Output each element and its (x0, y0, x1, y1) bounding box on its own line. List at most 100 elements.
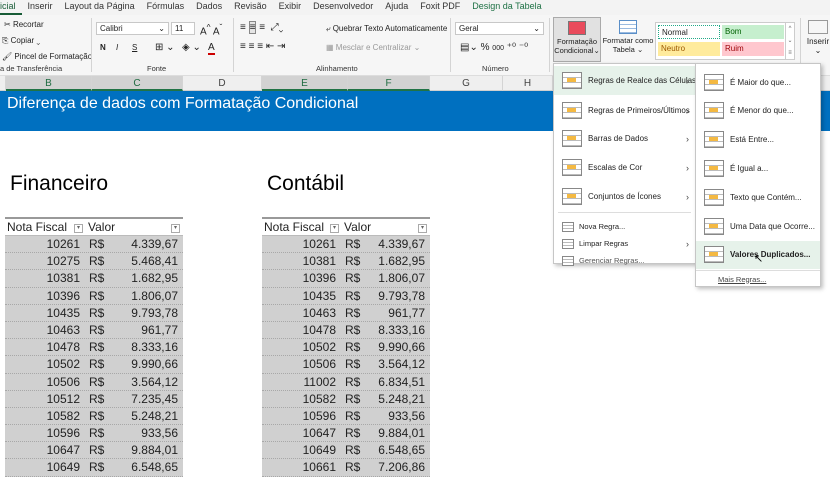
valor-cell[interactable]: 9.884,01 (104, 442, 183, 458)
filter-dropdown-icon[interactable]: ▾ (418, 224, 427, 233)
valor-cell[interactable]: 7.235,45 (104, 391, 183, 407)
font-color-button[interactable]: A (208, 42, 215, 55)
gallery-scroll[interactable]: ^ ⌄ ≡ (785, 23, 794, 59)
column-header-h[interactable]: H (503, 76, 553, 91)
menu-item-4[interactable]: Conjuntos de Ícones › (554, 182, 695, 211)
column-header-g[interactable]: G (430, 76, 503, 91)
nota-fiscal-cell[interactable]: 10647 (262, 425, 342, 441)
nota-fiscal-cell[interactable]: 10649 (5, 459, 86, 475)
nota-fiscal-cell[interactable]: 10582 (5, 408, 86, 424)
style-neutral[interactable]: Neutro (658, 42, 720, 56)
nota-fiscal-cell[interactable]: 10596 (262, 408, 342, 424)
nota-fiscal-cell[interactable]: 10502 (5, 356, 86, 372)
vertical-align-buttons[interactable]: ≡ ≡ ≡ ⤢⌄ (240, 21, 283, 34)
nota-fiscal-cell[interactable]: 10506 (262, 356, 342, 372)
number-format-buttons[interactable]: ▤⌄ % 000 ⁺⁰ ⁻⁰ (460, 42, 528, 53)
style-normal[interactable]: Normal (658, 25, 720, 39)
nota-fiscal-cell[interactable]: 10275 (5, 253, 86, 269)
number-format-select[interactable]: Geral ⌄ (455, 22, 544, 35)
submenu-item-2[interactable]: Está Entre... (696, 126, 820, 154)
valor-cell[interactable]: 5.248,21 (360, 391, 430, 407)
menu-small-item-0[interactable]: Nova Regra... (554, 219, 695, 234)
bold-button[interactable]: N (100, 43, 106, 52)
nota-fiscal-cell[interactable]: 10463 (5, 322, 86, 338)
menu-item-3[interactable]: Escalas de Cor › (554, 153, 695, 182)
column-header-b[interactable]: B (6, 76, 92, 91)
valor-cell[interactable]: 6.548,65 (360, 442, 430, 458)
tab-10[interactable]: Design da Tabela (466, 0, 547, 15)
column-header-e[interactable]: E (262, 76, 348, 91)
nota-fiscal-cell[interactable]: 11002 (262, 374, 342, 390)
italic-button[interactable]: I (116, 43, 118, 52)
valor-cell[interactable]: 6.834,51 (360, 374, 430, 390)
wrap-text-button[interactable]: ⤶ Quebrar Texto Automaticamente (326, 24, 447, 34)
nota-fiscal-cell[interactable]: 10396 (262, 270, 342, 286)
copy-button[interactable]: ⎘ Copiar ⌄ (2, 36, 40, 46)
nota-fiscal-cell[interactable]: 10661 (262, 459, 342, 475)
valor-cell[interactable]: 1.806,07 (104, 288, 183, 304)
nota-fiscal-cell[interactable]: 10506 (5, 374, 86, 390)
horizontal-align-buttons[interactable]: ≡ ≡ ≡ ⇤ ⇥ (240, 41, 285, 52)
nota-fiscal-cell[interactable]: 10478 (5, 339, 86, 355)
valor-cell[interactable]: 8.333,16 (360, 322, 430, 338)
valor-cell[interactable]: 961,77 (360, 305, 430, 321)
nota-fiscal-cell[interactable]: 10381 (5, 270, 86, 286)
menu-item-2[interactable]: Barras de Dados › (554, 124, 695, 153)
valor-cell[interactable]: 9.990,66 (360, 339, 430, 355)
format-as-table-button[interactable]: Formatar como Tabela ⌄ (602, 17, 654, 62)
nota-fiscal-cell[interactable]: 10596 (5, 425, 86, 441)
valor-cell[interactable]: 6.548,65 (104, 459, 183, 475)
submenu-item-5[interactable]: Uma Data que Ocorre... (696, 212, 820, 240)
filter-dropdown-icon[interactable]: ▾ (330, 224, 339, 233)
filter-dropdown-icon[interactable]: ▾ (171, 224, 180, 233)
nota-fiscal-cell[interactable]: 10261 (262, 236, 342, 252)
submenu-item-4[interactable]: Texto que Contém... (696, 183, 820, 211)
nota-fiscal-cell[interactable]: 10502 (262, 339, 342, 355)
style-bad[interactable]: Ruim (722, 42, 784, 56)
valor-cell[interactable]: 3.564,12 (104, 374, 183, 390)
tab-4[interactable]: Dados (190, 0, 228, 15)
tab-1[interactable]: Inserir (22, 0, 59, 15)
nota-fiscal-cell[interactable]: 10478 (262, 322, 342, 338)
valor-cell[interactable]: 1.682,95 (104, 270, 183, 286)
filter-dropdown-icon[interactable]: ▾ (74, 224, 83, 233)
submenu-item-0[interactable]: É Maior do que... (696, 68, 820, 96)
column-header-c[interactable]: C (92, 76, 183, 91)
submenu-item-3[interactable]: É Igual a... (696, 154, 820, 182)
fill-color-button[interactable]: ◈ ⌄ (182, 42, 201, 53)
valor-cell[interactable]: 933,56 (104, 425, 183, 441)
valor-cell[interactable]: 9.884,01 (360, 425, 430, 441)
grow-font-button[interactable]: A^ Aˇ (200, 22, 222, 37)
submenu-item-1[interactable]: É Menor do que... (696, 97, 820, 125)
tab-8[interactable]: Ajuda (379, 0, 414, 15)
nota-fiscal-cell[interactable]: 10261 (5, 236, 86, 252)
nota-fiscal-cell[interactable]: 10647 (5, 442, 86, 458)
conditional-formatting-button[interactable]: Formatação Condicional⌄ (553, 17, 601, 62)
insert-cells-button[interactable]: Inserir ⌄ (806, 20, 830, 55)
font-size-select[interactable]: 11 (171, 22, 195, 35)
borders-button[interactable]: ⊞ ⌄ (155, 42, 175, 53)
valor-cell[interactable]: 1.806,07 (360, 270, 430, 286)
font-name-select[interactable]: Calibri ⌄ (96, 22, 169, 35)
valor-cell[interactable]: 9.793,78 (104, 305, 183, 321)
tab-3[interactable]: Fórmulas (141, 0, 191, 15)
valor-cell[interactable]: 4.339,67 (104, 236, 183, 252)
nota-fiscal-cell[interactable]: 10512 (5, 391, 86, 407)
tab-9[interactable]: Foxit PDF (414, 0, 466, 15)
tab-5[interactable]: Revisão (228, 0, 273, 15)
column-header-f[interactable]: F (348, 76, 430, 91)
valor-cell[interactable]: 5.248,21 (104, 408, 183, 424)
valor-cell[interactable]: 4.339,67 (360, 236, 430, 252)
nota-fiscal-cell[interactable]: 10381 (262, 253, 342, 269)
valor-cell[interactable]: 9.793,78 (360, 288, 430, 304)
merge-center-button[interactable]: ▦ Mesclar e Centralizar ⌄ (326, 43, 420, 52)
more-rules-item[interactable]: Mais Regras... (718, 272, 766, 286)
valor-cell[interactable]: 5.468,41 (104, 253, 183, 269)
menu-small-item-1[interactable]: Limpar Regras › (554, 236, 695, 251)
valor-cell[interactable]: 7.206,86 (360, 459, 430, 475)
nota-fiscal-cell[interactable]: 10435 (262, 288, 342, 304)
tab-2[interactable]: Layout da Página (59, 0, 141, 15)
nota-fiscal-cell[interactable]: 10396 (5, 288, 86, 304)
nota-fiscal-cell[interactable]: 10463 (262, 305, 342, 321)
nota-fiscal-cell[interactable]: 10435 (5, 305, 86, 321)
